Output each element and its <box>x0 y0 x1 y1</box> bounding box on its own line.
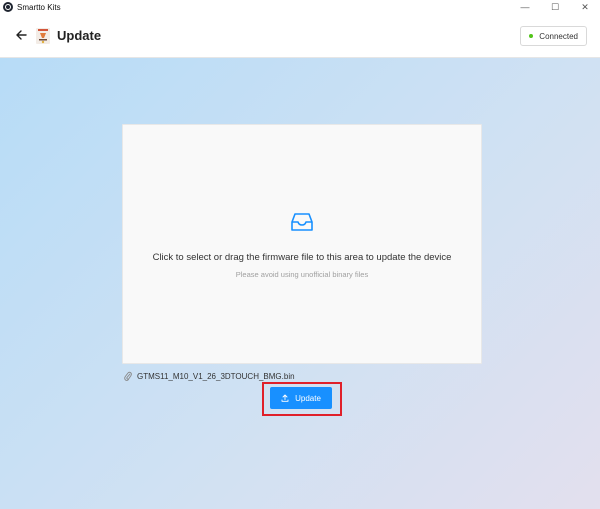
page-header: Update Connected <box>0 14 600 58</box>
arrow-left-icon <box>16 30 27 40</box>
page-title: Update <box>57 28 102 43</box>
maximize-button[interactable]: ☐ <box>540 0 570 14</box>
update-button-label: Update <box>295 393 321 403</box>
app-logo-icon <box>3 2 13 12</box>
close-button[interactable]: ✕ <box>570 0 600 14</box>
window-titlebar: Smartto Kits — ☐ ✕ <box>0 0 600 14</box>
firmware-dropzone[interactable]: Click to select or drag the firmware fil… <box>122 124 482 364</box>
upload-icon <box>281 394 289 402</box>
window-controls: — ☐ ✕ <box>510 0 600 14</box>
dropzone-hint: Please avoid using unofficial binary fil… <box>235 270 369 279</box>
file-name: GTMS11_M10_V1_26_3DTOUCH_BMG.bin <box>137 371 295 381</box>
update-logo-icon <box>36 28 50 44</box>
dropzone-instruction: Click to select or drag the firmware fil… <box>152 252 452 263</box>
back-button[interactable] <box>13 27 29 43</box>
connection-status-badge: Connected <box>520 26 587 46</box>
status-label: Connected <box>539 31 578 41</box>
main-content: Click to select or drag the firmware fil… <box>0 58 600 509</box>
paperclip-icon <box>124 371 132 381</box>
status-dot-icon <box>529 34 534 38</box>
selected-file-item[interactable]: GTMS11_M10_V1_26_3DTOUCH_BMG.bin <box>124 370 295 382</box>
window-title: Smartto Kits <box>17 2 61 12</box>
update-button[interactable]: Update <box>270 387 332 409</box>
minimize-button[interactable]: — <box>510 0 540 14</box>
inbox-icon <box>291 213 313 231</box>
